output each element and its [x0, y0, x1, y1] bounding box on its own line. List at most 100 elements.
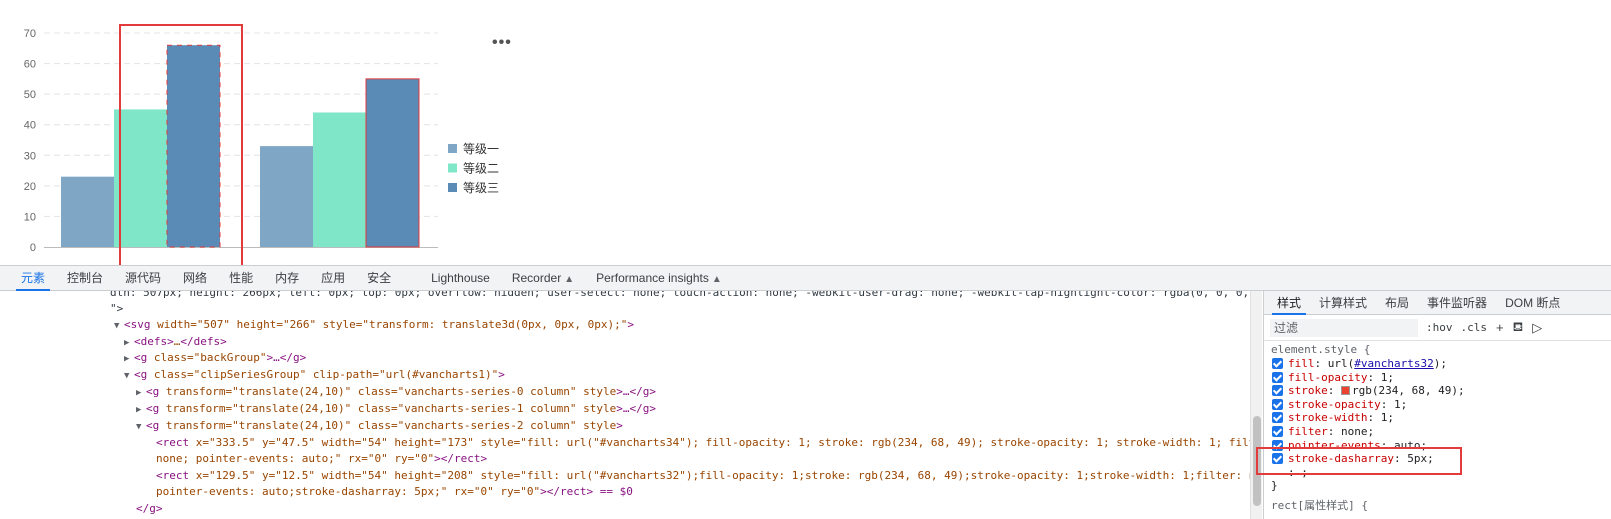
devtools-tab-label: 应用	[321, 271, 346, 285]
style-highlight-box	[1256, 447, 1462, 475]
dom-node-line[interactable]: none; pointer-events: auto;" rx="0" ry="…	[156, 451, 487, 467]
property-value[interactable]: none;	[1341, 425, 1374, 438]
color-swatch[interactable]	[1341, 386, 1350, 396]
property-name[interactable]: fill-opacity	[1288, 371, 1367, 384]
devtools-tab[interactable]: Performance insights ▲	[585, 266, 733, 290]
styles-subtab[interactable]: 计算样式	[1310, 291, 1376, 314]
dom-node-line[interactable]: ▶ <g class="backGroup">…</g>	[124, 350, 306, 367]
devtools-tab[interactable]: Lighthouse	[420, 266, 501, 290]
css-declaration[interactable]: stroke: rgb(234, 68, 49);	[1271, 384, 1611, 398]
css-declaration[interactable]: fill: url(#vancharts32);	[1271, 357, 1611, 371]
property-name[interactable]: filter	[1288, 425, 1328, 438]
node-toggle-icon[interactable]: ▼	[114, 318, 124, 334]
y-tick-label: 0	[30, 242, 36, 254]
property-value[interactable]: rgb(234, 68, 49);	[1352, 384, 1465, 397]
node-toggle-icon[interactable]: ▶	[124, 335, 134, 351]
declaration-checkbox[interactable]	[1272, 385, 1283, 397]
y-tick-label: 70	[24, 28, 36, 40]
dom-node-line[interactable]: dth: 507px; height: 266px; left: 0px; to…	[110, 291, 1260, 301]
node-toggle-icon[interactable]: ▼	[136, 419, 146, 435]
element-style-selector: element.style {	[1271, 343, 1371, 356]
chart-area: 0 10 20 30 40 50 60 70 等级一 等级二 等级三 •••	[0, 0, 1611, 267]
property-name[interactable]: stroke-width	[1288, 411, 1367, 424]
devtools-tab[interactable]: 性能	[218, 266, 264, 290]
devtools-tab-label: 安全	[367, 271, 392, 285]
tag-attributes: transform="translate(24,10)" class="vanc…	[159, 385, 617, 398]
tag-attributes: width="507" height="266" style="transfor…	[150, 318, 628, 331]
property-value[interactable]: url(	[1328, 357, 1355, 370]
property-value[interactable]: 1;	[1381, 371, 1394, 384]
css-declaration[interactable]: filter: none;	[1271, 425, 1611, 439]
node-toggle-icon[interactable]: ▶	[124, 351, 134, 367]
devtools-tab[interactable]: 应用	[310, 266, 356, 290]
tag-open: <g	[134, 351, 148, 364]
new-rule-icon[interactable]: +	[1496, 320, 1504, 335]
node-toggle-icon[interactable]: ▼	[124, 368, 134, 384]
elements-scrollbar[interactable]	[1250, 291, 1262, 519]
dom-node-line[interactable]: ▼ <svg width="507" height="266" style="tr…	[114, 317, 634, 334]
bar-2-2	[313, 112, 366, 247]
tag-open: <svg	[124, 318, 151, 331]
tag-open: <defs>	[134, 335, 174, 348]
tag-attributes: transform="translate(24,10)" class="vanc…	[159, 402, 617, 415]
property-name[interactable]: stroke-opacity	[1288, 398, 1381, 411]
property-name[interactable]: fill	[1288, 357, 1315, 370]
declaration-checkbox[interactable]	[1272, 371, 1283, 383]
dom-node-line[interactable]: <rect x="333.5" y="47.5" width="54" heig…	[156, 435, 1260, 451]
devtools-tab[interactable]: 内存	[264, 266, 310, 290]
devtools-tab[interactable]: 控制台	[56, 266, 114, 290]
dom-node-line[interactable]: ▼ <g transform="translate(24,10)" class="…	[136, 418, 623, 435]
dom-node-line[interactable]: pointer-events: auto;stroke-dasharray: 5…	[156, 484, 633, 500]
declaration-checkbox[interactable]	[1272, 425, 1283, 437]
dom-node-line[interactable]: </g>	[136, 501, 163, 517]
dom-node-line[interactable]: ▼ <g class="clipSeriesGroup" clip-path="u…	[124, 367, 505, 384]
bar-1-1	[61, 176, 114, 247]
devtools-tab-label: Recorder	[511, 271, 562, 285]
devtools-tab[interactable]: 网络	[172, 266, 218, 290]
styles-filter-input[interactable]	[1270, 318, 1418, 337]
y-tick-label: 40	[24, 120, 36, 132]
bar-1-2	[260, 146, 313, 247]
property-name[interactable]: stroke	[1288, 384, 1328, 397]
value-link[interactable]: #vancharts32	[1354, 357, 1433, 370]
devtools-tab[interactable]: 安全	[356, 266, 402, 290]
css-declaration[interactable]: stroke-width: 1;	[1271, 411, 1611, 425]
tag-close: >…</g>	[616, 402, 656, 415]
styles-panel: 样式计算样式布局事件监听器DOM 断点 :hov .cls + ⛾ ▷ elem…	[1263, 291, 1611, 519]
property-value[interactable]: 1;	[1394, 398, 1407, 411]
paint-icon[interactable]: ⛾	[1513, 319, 1524, 337]
dom-node-line[interactable]: ▶ <defs>…</defs>	[124, 334, 227, 351]
y-tick-label: 10	[24, 211, 36, 223]
declaration-checkbox[interactable]	[1272, 358, 1283, 369]
tag-close: >…</g>	[616, 385, 656, 398]
more-options-icon[interactable]: •••	[492, 34, 512, 52]
declaration-checkbox[interactable]	[1272, 412, 1283, 424]
cls-button[interactable]: .cls	[1461, 321, 1488, 334]
elements-panel[interactable]: dth: 507px; height: 266px; left: 0px; to…	[0, 291, 1260, 519]
devtools-tab[interactable]: 源代码	[114, 266, 172, 290]
node-toggle-icon[interactable]: ▶	[136, 402, 146, 418]
inline-style-text: ">	[110, 302, 124, 315]
tag-open: <g	[146, 385, 160, 398]
rule-close-brace: }	[1271, 479, 1278, 493]
dom-node-line[interactable]: ▶ <g transform="translate(24,10)" class="…	[136, 401, 656, 418]
dom-node-line[interactable]: ▶ <g transform="translate(24,10)" class="…	[136, 384, 656, 401]
toggle-sidebar-icon[interactable]: ▷	[1532, 320, 1542, 336]
property-value[interactable]: 1;	[1381, 411, 1394, 424]
hov-button[interactable]: :hov	[1426, 321, 1453, 334]
devtools-tab[interactable]: Recorder ▲	[501, 266, 585, 290]
dom-node-line[interactable]: ">	[110, 301, 123, 317]
css-declaration[interactable]: fill-opacity: 1;	[1271, 371, 1611, 385]
styles-subtab[interactable]: DOM 断点	[1496, 291, 1569, 314]
devtools-tab[interactable]: 元素	[10, 266, 56, 291]
y-tick-label: 30	[24, 150, 36, 162]
styles-subtab[interactable]: 样式	[1268, 291, 1310, 315]
styles-subtab[interactable]: 事件监听器	[1418, 291, 1496, 314]
dom-node-line[interactable]: <rect x="129.5" y="12.5" width="54" heig…	[156, 468, 1260, 484]
declaration-checkbox[interactable]	[1272, 398, 1283, 410]
devtools-tab-label: 源代码	[125, 271, 162, 285]
css-declaration[interactable]: stroke-opacity: 1;	[1271, 398, 1611, 412]
styles-subtab[interactable]: 布局	[1376, 291, 1418, 314]
node-toggle-icon[interactable]: ▶	[136, 385, 146, 401]
property-value-suffix: );	[1433, 357, 1447, 370]
